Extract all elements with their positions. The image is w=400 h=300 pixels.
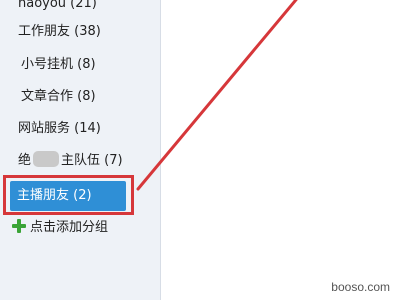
annotation-arrow xyxy=(136,0,298,191)
watermark: booso.com xyxy=(331,280,390,294)
arrow-line xyxy=(136,0,298,191)
